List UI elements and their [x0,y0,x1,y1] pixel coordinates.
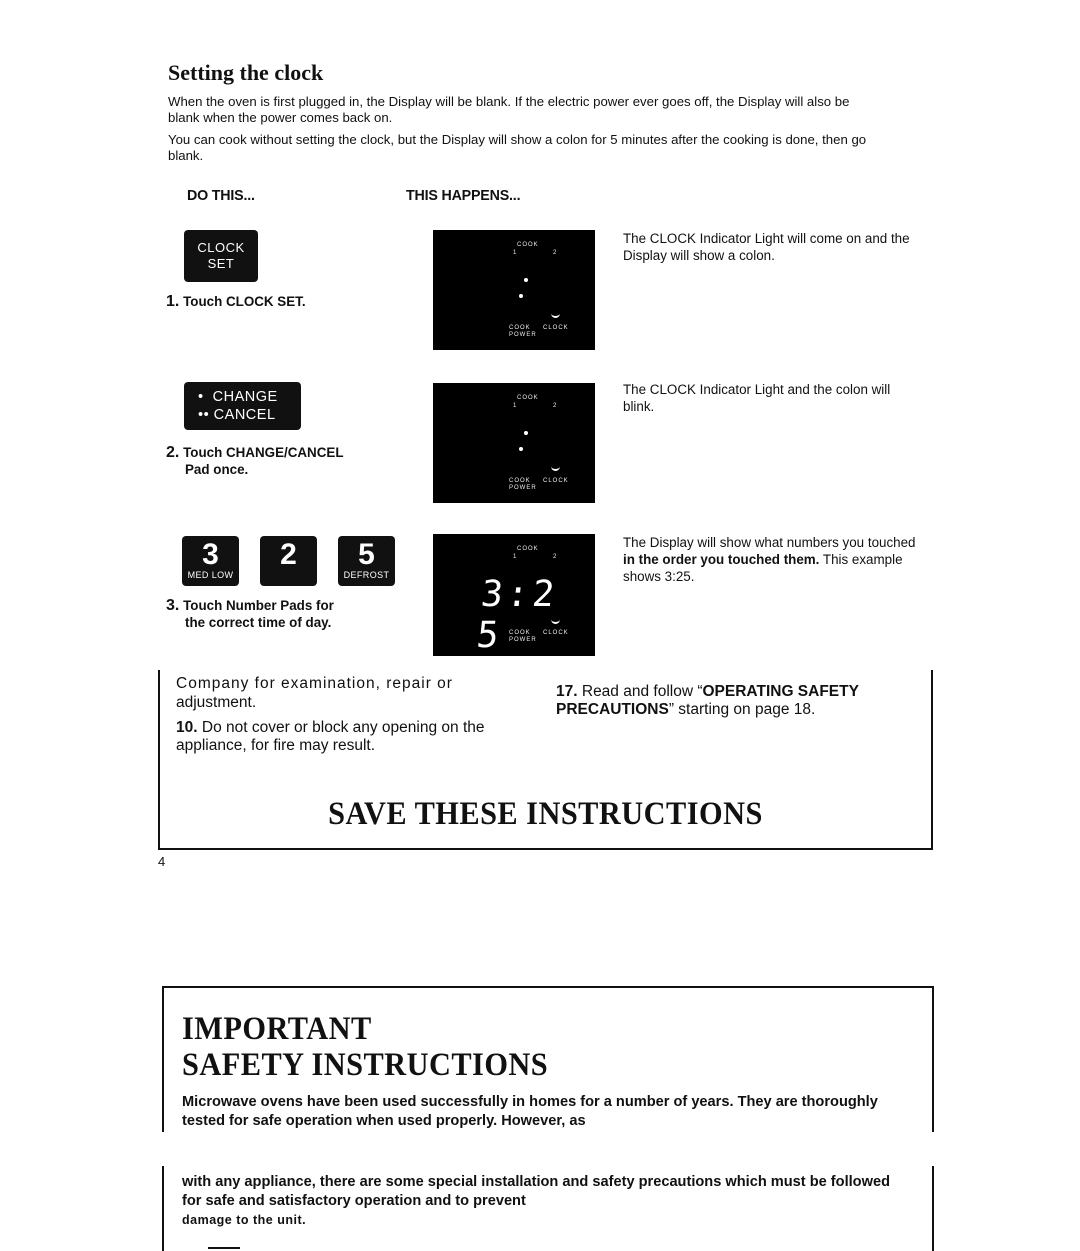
step-number: 2. [166,444,180,461]
power-label: POWER [509,485,537,491]
item-9-continued-end: adjustment. [176,694,257,711]
cook-power-label: COOK [509,325,531,331]
heading-line: IMPORTANT [182,1011,372,1047]
heading-line: SAFETY INSTRUCTIONS [182,1047,549,1083]
item-text: Do not cover or block any opening on the… [176,719,485,754]
cook-power-label: COOK [509,630,531,636]
clock-label: CLOCK [543,630,569,636]
pad-sublabel: MED LOW [187,570,234,580]
number-pad-5: 5 DEFROST [338,536,395,586]
power-label: POWER [509,332,537,338]
cook-label: COOK [517,395,539,401]
item-9-continued: Company for examination, repair or [176,675,453,692]
pad-digit: 3 [202,538,219,571]
paragraph-text-end: damage to the unit. [182,1213,307,1227]
save-instructions-heading: SAVE THESE INSTRUCTIONS [328,796,763,832]
time-readout: 3:2 5 [474,574,561,656]
colon-dot-top [524,431,528,435]
footer-dash [208,1247,240,1249]
intro-paragraph-1: When the oven is first plugged in, the D… [168,94,850,125]
cook-stage-1: 1 [513,403,518,409]
column-header-do-this: DO THIS... [187,187,255,204]
clock-set-pad: CLOCK SET [184,230,258,282]
cook-power-label: COOK [509,478,531,484]
colon-dot-bottom [519,294,523,298]
step-text: the correct time of day. [185,615,332,630]
display-panel-step-1: COOK 1 2 COOK POWER CLOCK [433,230,595,350]
pad-digit: 2 [280,538,297,571]
step-1-caption: 1. Touch CLOCK SET. [166,293,306,310]
cook-stage-2: 2 [553,554,558,560]
column-header-this-happens: THIS HAPPENS... [406,187,521,204]
step-3-description: The Display will show what numbers you t… [623,534,923,585]
step-text: Touch CHANGE/CANCEL [183,445,344,460]
step-text: Pad once. [185,462,249,477]
step-2-description: The CLOCK Indicator Light and the colon … [623,382,891,414]
important-paragraph-2: with any appliance, there are some speci… [182,1173,902,1230]
clock-indicator-light [551,465,560,471]
item-text: ” starting on page 18. [668,701,816,718]
number-pad-3: 3 MED LOW [182,536,239,586]
cook-label: COOK [517,546,539,552]
display-panel-step-2: COOK 1 2 COOK POWER CLOCK [433,383,595,503]
pad-digit: 5 [358,538,375,571]
display-panel-step-3: COOK 1 2 3:2 5 COOK POWER CLOCK [433,534,595,656]
pad-sublabel: DEFROST [343,570,390,580]
important-heading: IMPORTANT SAFETY INSTRUCTIONS [182,1011,548,1083]
item-text: Read and follow “ [577,683,703,700]
clock-label: CLOCK [543,478,569,484]
step-text: Touch CLOCK SET. [183,294,306,309]
step-number: 1. [166,293,180,310]
colon-dot-bottom [519,447,523,451]
cook-stage-2: 2 [553,403,558,409]
number-pad-2: 2 [260,536,317,586]
step-1-description: The CLOCK Indicator Light will come on a… [623,231,910,263]
clock-indicator-light [551,312,560,318]
item-number: 17. [556,683,578,700]
step-text: Touch Number Pads for [183,598,334,613]
pad-label-line: SET [207,256,235,271]
item-10: 10. Do not cover or block any opening on… [176,719,536,755]
item-number: 10. [176,719,198,736]
pad-label-line: CLOCK [197,240,245,255]
change-cancel-pad: • CHANGE •• CANCEL [184,382,301,430]
desc-emphasis: in the order you touched them. [623,552,820,567]
cook-stage-2: 2 [553,250,558,256]
cook-label: COOK [517,242,539,248]
step-number: 3. [166,597,180,614]
pad-label-line: •• CANCEL [198,407,276,423]
clock-label: CLOCK [543,325,569,331]
power-label: POWER [509,637,537,643]
intro-paragraph-2: You can cook without setting the clock, … [168,132,867,163]
item-17: 17. Read and follow “OPERATING SAFETY PR… [556,683,926,719]
cook-stage-1: 1 [513,554,518,560]
paragraph-text: with any appliance, there are some speci… [182,1174,890,1209]
desc-text: The Display will show what numbers you t… [623,535,916,550]
step-2-caption: 2. Touch CHANGE/CANCEL Pad once. [166,444,344,478]
pad-label-line: • CHANGE [198,389,278,405]
important-paragraph-1: Microwave ovens have been used successfu… [182,1094,878,1129]
colon-dot-top [524,278,528,282]
scan-gap [150,1132,950,1166]
page-number: 4 [158,854,166,869]
step-3-caption: 3. Touch Number Pads for the correct tim… [166,597,334,631]
section-title: Setting the clock [168,60,324,85]
cook-stage-1: 1 [513,250,518,256]
